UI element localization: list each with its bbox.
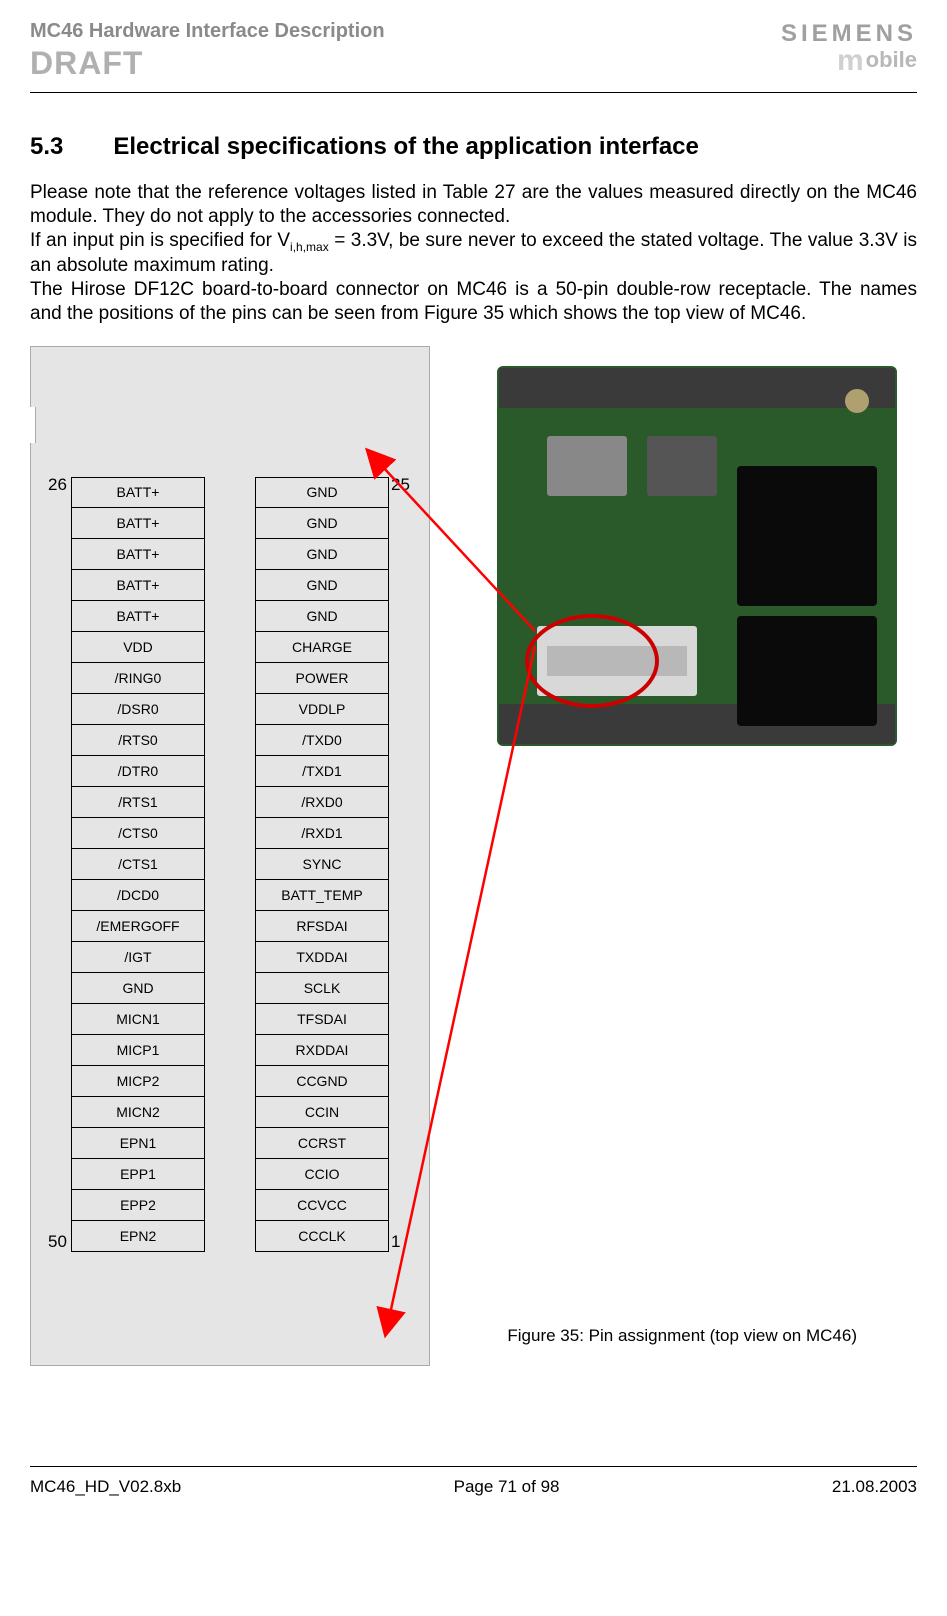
header-divider <box>30 92 917 93</box>
pin-right-10: /RXD0 <box>255 787 389 818</box>
pin-left-12: /CTS1 <box>71 849 205 880</box>
pin-right-18: RXDDAI <box>255 1035 389 1066</box>
pin-left-6: /RING0 <box>71 663 205 694</box>
pin-right-0: GND <box>255 477 389 508</box>
pin-left-19: MICP2 <box>71 1066 205 1097</box>
pin-right-1: GND <box>255 508 389 539</box>
footer-right: 21.08.2003 <box>832 1477 917 1497</box>
pin-right-12: SYNC <box>255 849 389 880</box>
para-1b-sub: i,h,max <box>290 239 329 253</box>
section-title: Electrical specifications of the applica… <box>113 133 699 161</box>
pin-right-14: RFSDAI <box>255 911 389 942</box>
mobile-suffix: obile <box>866 47 917 72</box>
pin-columns: BATT+BATT+BATT+BATT+BATT+VDD/RING0/DSR0/… <box>71 477 389 1252</box>
pin-left-16: GND <box>71 973 205 1004</box>
pin-num-50: 50 <box>48 1232 67 1252</box>
footer-center: Page 71 of 98 <box>454 1477 560 1497</box>
draft-label: DRAFT <box>30 45 385 82</box>
para-1b-pre: If an input pin is specified for V <box>30 230 290 251</box>
pin-right-17: TFSDAI <box>255 1004 389 1035</box>
pin-right-24: CCCLK <box>255 1221 389 1252</box>
pin-left-22: EPP1 <box>71 1159 205 1190</box>
pin-left-2: BATT+ <box>71 539 205 570</box>
pin-num-26: 26 <box>48 475 67 495</box>
pcb-notch <box>28 407 36 443</box>
pcb-photo <box>477 346 917 766</box>
para-1c: The Hirose DF12C board-to-board connecto… <box>30 279 917 324</box>
mobile-text: mobile <box>781 44 917 78</box>
pin-right-8: /TXD0 <box>255 725 389 756</box>
pin-right-3: GND <box>255 570 389 601</box>
content-area: 26 25 50 1 BATT+BATT+BATT+BATT+BATT+VDD/… <box>30 346 917 1426</box>
pin-left-5: VDD <box>71 632 205 663</box>
pin-left-21: EPN1 <box>71 1128 205 1159</box>
footer-left: MC46_HD_V02.8xb <box>30 1477 181 1497</box>
figure-caption: Figure 35: Pin assignment (top view on M… <box>507 1326 857 1346</box>
pin-left-13: /DCD0 <box>71 880 205 911</box>
pin-left-4: BATT+ <box>71 601 205 632</box>
pin-right-6: POWER <box>255 663 389 694</box>
body-paragraph: Please note that the reference voltages … <box>30 181 917 326</box>
pin-column-right: GNDGNDGNDGNDGNDCHARGEPOWERVDDLP/TXD0/TXD… <box>255 477 389 1252</box>
mobile-m-icon: m <box>837 44 864 77</box>
pin-num-1: 1 <box>391 1232 400 1252</box>
pin-right-11: /RXD1 <box>255 818 389 849</box>
pin-left-14: /EMERGOFF <box>71 911 205 942</box>
pin-right-5: CHARGE <box>255 632 389 663</box>
page-header: MC46 Hardware Interface Description DRAF… <box>30 0 917 92</box>
doc-title: MC46 Hardware Interface Description <box>30 20 385 43</box>
pin-left-0: BATT+ <box>71 477 205 508</box>
pin-right-15: TXDDAI <box>255 942 389 973</box>
pin-left-18: MICP1 <box>71 1035 205 1066</box>
pin-left-10: /RTS1 <box>71 787 205 818</box>
pin-right-21: CCRST <box>255 1128 389 1159</box>
pin-left-11: /CTS0 <box>71 818 205 849</box>
pin-column-left: BATT+BATT+BATT+BATT+BATT+VDD/RING0/DSR0/… <box>71 477 205 1252</box>
pin-right-16: SCLK <box>255 973 389 1004</box>
pin-left-7: /DSR0 <box>71 694 205 725</box>
pin-right-2: GND <box>255 539 389 570</box>
pin-left-17: MICN1 <box>71 1004 205 1035</box>
pin-right-22: CCIO <box>255 1159 389 1190</box>
pin-left-24: EPN2 <box>71 1221 205 1252</box>
pin-left-15: /IGT <box>71 942 205 973</box>
section-heading: 5.3 Electrical specifications of the app… <box>30 133 917 161</box>
page-footer: MC46_HD_V02.8xb Page 71 of 98 21.08.2003 <box>30 1466 917 1517</box>
pin-right-9: /TXD1 <box>255 756 389 787</box>
pin-diagram: 26 25 50 1 BATT+BATT+BATT+BATT+BATT+VDD/… <box>30 346 430 1366</box>
section-number: 5.3 <box>30 133 63 161</box>
pin-right-13: BATT_TEMP <box>255 880 389 911</box>
pin-right-23: CCVCC <box>255 1190 389 1221</box>
pin-right-19: CCGND <box>255 1066 389 1097</box>
pin-left-20: MICN2 <box>71 1097 205 1128</box>
para-1a: Please note that the reference voltages … <box>30 182 917 227</box>
pin-left-8: /RTS0 <box>71 725 205 756</box>
pin-right-20: CCIN <box>255 1097 389 1128</box>
pin-left-23: EPP2 <box>71 1190 205 1221</box>
brand-logo: SIEMENS mobile <box>781 20 917 78</box>
pin-left-1: BATT+ <box>71 508 205 539</box>
pin-right-4: GND <box>255 601 389 632</box>
pin-left-9: /DTR0 <box>71 756 205 787</box>
header-left: MC46 Hardware Interface Description DRAF… <box>30 20 385 82</box>
pin-left-3: BATT+ <box>71 570 205 601</box>
pin-num-25: 25 <box>391 475 410 495</box>
pin-right-7: VDDLP <box>255 694 389 725</box>
